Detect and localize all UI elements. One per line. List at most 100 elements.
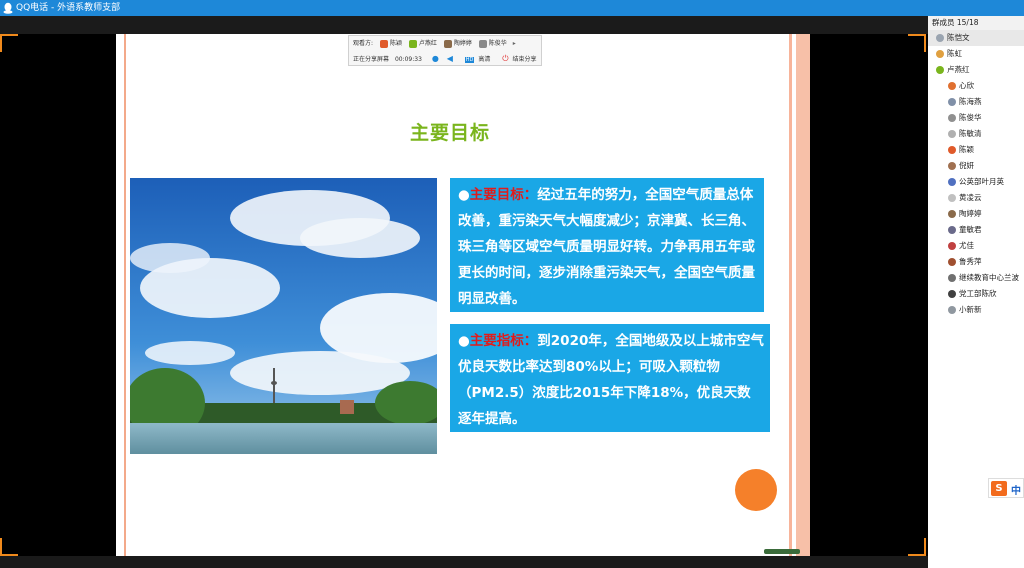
member-name: 陈颖 — [959, 145, 974, 154]
member-item[interactable]: 陈恺文 — [928, 30, 1024, 46]
member-item[interactable]: 陈虹 — [928, 46, 1024, 62]
member-name: 心欣 — [959, 81, 974, 90]
member-avatar-icon — [948, 130, 956, 138]
member-name: 陈海燕 — [959, 97, 982, 106]
speaker-icon[interactable]: ◀ — [447, 54, 453, 63]
member-item[interactable]: 陈颖 — [928, 142, 1024, 158]
member-avatar-icon — [936, 34, 944, 42]
bullet: ● — [458, 187, 470, 203]
member-item[interactable]: 继续教育中心兰波 — [928, 270, 1024, 286]
member-item[interactable]: 陈俊华 — [928, 110, 1024, 126]
progress-indicator — [764, 549, 800, 554]
share-timer: 00:09:33 — [394, 56, 422, 63]
share-status: 正在分享屏幕 — [353, 56, 390, 63]
viewers-label: 观看方: — [353, 40, 374, 47]
power-icon: ⏻ — [502, 54, 509, 63]
member-avatar-icon — [936, 50, 944, 58]
video-bottom-bar — [0, 556, 928, 568]
viewer-avatar-icon — [379, 39, 388, 48]
member-avatar-icon — [948, 290, 956, 298]
ime-indicator[interactable]: S 中 — [988, 478, 1024, 498]
member-avatar-icon — [936, 66, 944, 74]
bullet: ● — [458, 333, 470, 349]
member-name: 卢燕红 — [947, 65, 970, 74]
ime-mode: 中 — [1011, 486, 1021, 497]
main-indicator-box: ●主要指标：到2020年，全国地级及以上城市空气优良天数比率达到80%以上；可吸… — [450, 324, 770, 432]
sogou-logo-icon: S — [991, 481, 1007, 496]
member-name: 陈俊华 — [959, 113, 982, 122]
viewer-avatar-icon — [408, 39, 417, 48]
member-name: 黄凌云 — [959, 193, 982, 202]
member-avatar-icon — [948, 162, 956, 170]
member-item[interactable]: 小新新 — [928, 302, 1024, 318]
end-share-button[interactable]: 结束分享 — [513, 56, 537, 63]
frame-corner-top-right — [908, 34, 926, 52]
member-avatar-icon — [948, 226, 956, 234]
slide-right-stripes — [784, 34, 810, 556]
hd-icon: HD — [464, 57, 475, 63]
member-item[interactable]: 尤佳 — [928, 238, 1024, 254]
member-avatar-icon — [948, 178, 956, 186]
window-title: QQ电话 - 外语系教师支部 — [16, 3, 121, 13]
member-avatar-icon — [948, 146, 956, 154]
member-avatar-icon — [948, 258, 956, 266]
member-name: 陈恺文 — [947, 33, 970, 42]
member-item[interactable]: 鲁秀萍 — [928, 254, 1024, 270]
member-item[interactable]: 陶婷婷 — [928, 206, 1024, 222]
frame-corner-top-left — [0, 34, 18, 52]
member-avatar-icon — [948, 114, 956, 122]
member-name: 陈敏清 — [959, 129, 982, 138]
frame-corner-bottom-left — [0, 538, 18, 556]
member-avatar-icon — [948, 274, 956, 282]
member-name: 公英部叶月英 — [959, 177, 1004, 186]
main-goal-label: 主要目标： — [469, 187, 538, 203]
member-name: 鲁秀萍 — [959, 257, 982, 266]
member-name: 小新新 — [959, 305, 982, 314]
quality-button[interactable]: 高清 — [478, 56, 490, 63]
slide-orange-circle — [735, 469, 777, 511]
slide-title: 主要目标 — [409, 122, 490, 144]
share-controls-row: 正在分享屏幕 00:09:33 ● ◀ HD 高清 ⏻ 结束分享 — [353, 53, 537, 65]
member-item[interactable]: 陈敏清 — [928, 126, 1024, 142]
member-name: 陈虹 — [947, 49, 962, 58]
screen-share-panel: 观看方: 陈颖 卢燕红 陶婷婷 陈俊华 ▸ 正在分享屏幕 00:09:33 ● … — [348, 35, 542, 66]
viewers-row: 观看方: 陈颖 卢燕红 陶婷婷 陈俊华 ▸ — [353, 38, 516, 50]
member-name: 继续教育中心兰波 — [959, 273, 1019, 282]
member-name: 倪妍 — [959, 161, 974, 170]
member-avatar-icon — [948, 82, 956, 90]
member-item[interactable]: 公英部叶月英 — [928, 174, 1024, 190]
viewer-avatar-icon — [478, 39, 487, 48]
slide-left-stripe — [124, 34, 126, 556]
member-avatar-icon — [948, 242, 956, 250]
photo-image — [130, 178, 437, 454]
viewer-avatar-icon — [443, 39, 452, 48]
window-titlebar: QQ电话 - 外语系教师支部 — [0, 0, 1024, 16]
main-goal-box: ●主要目标：经过五年的努力，全国空气质量总体改善，重污染天气大幅度减少；京津冀、… — [450, 178, 764, 312]
member-count-header: 群成员 15/18 — [928, 16, 1024, 30]
main-goal-text: 经过五年的努力，全国空气质量总体改善，重污染天气大幅度减少；京津冀、长三角、珠三… — [458, 187, 755, 307]
viewers-more-arrow-icon[interactable]: ▸ — [513, 40, 516, 47]
member-item[interactable]: 党工部陈欣 — [928, 286, 1024, 302]
member-item[interactable]: 黄凌云 — [928, 190, 1024, 206]
member-item[interactable]: 童敏君 — [928, 222, 1024, 238]
member-name: 尤佳 — [959, 241, 974, 250]
viewer-item[interactable]: 卢燕红 — [408, 38, 437, 50]
member-name: 党工部陈欣 — [959, 289, 997, 298]
member-item[interactable]: 卢燕红 — [928, 62, 1024, 78]
member-avatar-icon — [948, 194, 956, 202]
viewer-item[interactable]: 陈颖 — [379, 38, 402, 50]
member-item[interactable]: 心欣 — [928, 78, 1024, 94]
member-name: 童敏君 — [959, 225, 982, 234]
viewer-item[interactable]: 陈俊华 — [478, 38, 507, 50]
viewer-item[interactable]: 陶婷婷 — [443, 38, 472, 50]
member-name: 陶婷婷 — [959, 209, 982, 218]
member-item[interactable]: 陈海燕 — [928, 94, 1024, 110]
frame-corner-bottom-right — [908, 538, 926, 556]
microphone-icon[interactable]: ● — [432, 54, 439, 63]
member-item[interactable]: 倪妍 — [928, 158, 1024, 174]
main-indicator-label: 主要指标： — [469, 333, 538, 349]
member-avatar-icon — [948, 306, 956, 314]
member-avatar-icon — [948, 98, 956, 106]
sky-lake-photo — [130, 178, 437, 454]
qq-logo-icon — [3, 2, 13, 14]
